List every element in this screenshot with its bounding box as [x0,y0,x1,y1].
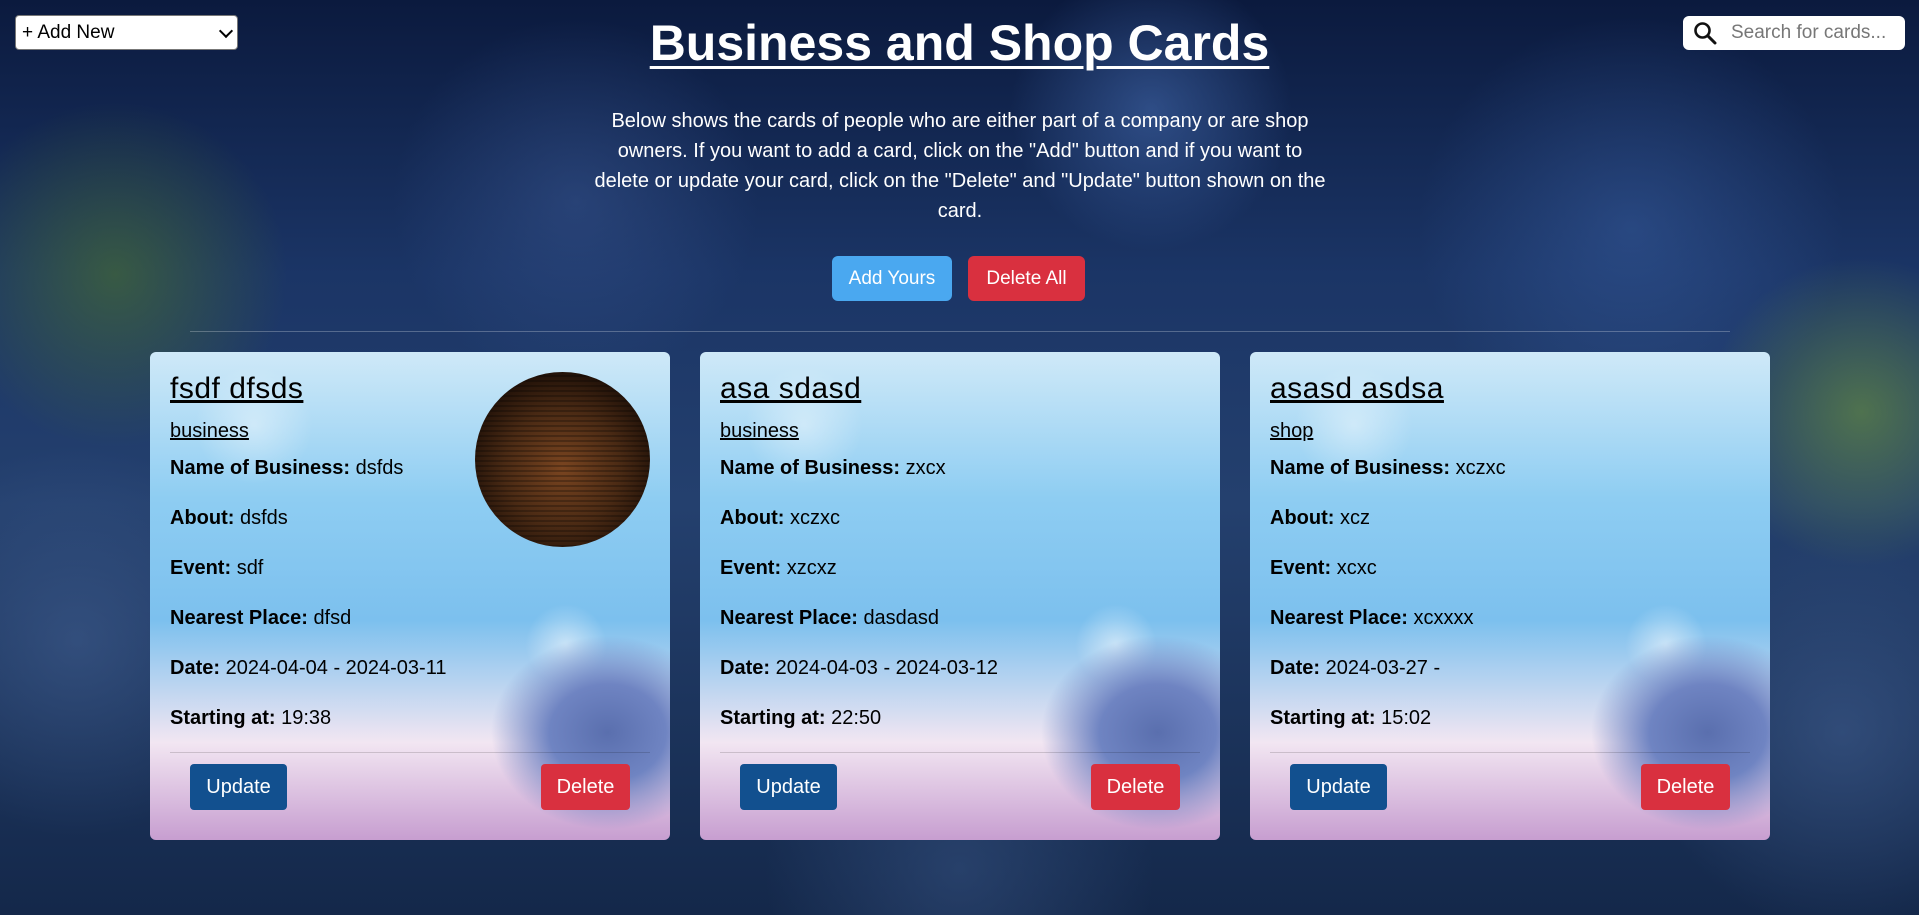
card-nearest-place: Nearest Place: dasdasd [720,607,940,629]
delete-button[interactable]: Delete [1091,764,1180,810]
card-starting-at: Starting at: 22:50 [720,707,882,729]
card-about: About: dsfds [170,507,288,529]
card-name: asa sdasd [720,372,862,405]
page-title: Business and Shop Cards [649,15,1270,71]
header-actions: Add Yours Delete All [832,256,1085,301]
card-date: Date: 2024-03-27 - [1270,657,1441,679]
card-event: Event: sdf [170,557,264,579]
card-type: business [720,420,799,442]
card: asa sdasd business Name of Business: zxc… [700,352,1220,840]
page-description: Below shows the cards of people who are … [594,110,1326,222]
card-date: Date: 2024-04-04 - 2024-03-11 [170,657,447,679]
avatar [475,372,650,547]
card-starting-at: Starting at: 19:38 [170,707,332,729]
card-type: business [170,420,249,442]
divider [190,331,1730,332]
delete-all-button[interactable]: Delete All [968,256,1085,301]
card-event: Event: xcxc [1270,557,1377,579]
card-date: Date: 2024-04-03 - 2024-03-12 [720,657,998,679]
card-nearest-place: Nearest Place: xcxxxx [1270,607,1474,629]
update-button[interactable]: Update [1290,764,1387,810]
card: fsdf dfsds business Name of Business: ds… [150,352,670,840]
card: asasd asdsa shop Name of Business: xczxc… [1250,352,1770,840]
add-yours-button[interactable]: Add Yours [832,256,952,301]
card-business-name: Name of Business: dsfds [170,457,404,479]
card-divider [1270,752,1750,753]
update-button[interactable]: Update [190,764,287,810]
card-event: Event: xzcxz [720,557,837,579]
card-name: asasd asdsa [1270,372,1444,405]
card-divider [170,752,650,753]
delete-button[interactable]: Delete [541,764,630,810]
card-divider [720,752,1200,753]
card-business-name: Name of Business: xczxc [1270,457,1506,479]
update-button[interactable]: Update [740,764,837,810]
card-type: shop [1270,420,1314,442]
card-business-name: Name of Business: zxcx [720,457,946,479]
card-about: About: xczxc [720,507,840,529]
card-name: fsdf dfsds [170,372,304,405]
card-nearest-place: Nearest Place: dfsd [170,607,352,629]
card-starting-at: Starting at: 15:02 [1270,707,1432,729]
delete-button[interactable]: Delete [1641,764,1730,810]
card-about: About: xcz [1270,507,1370,529]
